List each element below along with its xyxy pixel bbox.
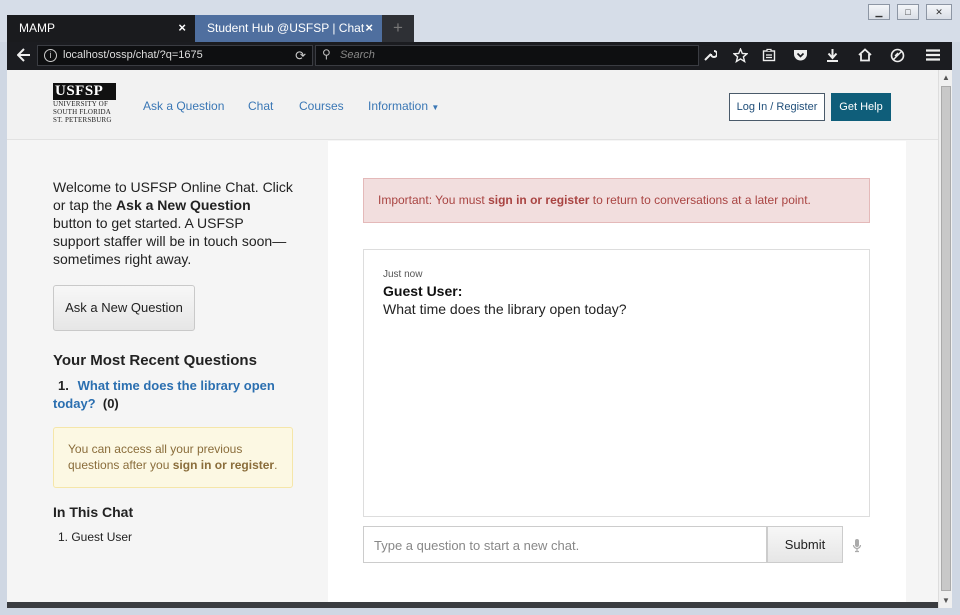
search-placeholder: Search bbox=[340, 49, 375, 61]
submit-button[interactable]: Submit bbox=[767, 526, 843, 563]
reading-list-icon[interactable] bbox=[762, 48, 776, 65]
chat-transcript[interactable]: Just now Guest User: What time does the … bbox=[363, 249, 870, 517]
alert-signin-link[interactable]: sign in or register bbox=[488, 193, 589, 207]
recent-question-item: 1. What time does the library open today… bbox=[53, 377, 293, 413]
url-bar[interactable]: i localhost/ossp/chat/?q=1675 ⟳ bbox=[37, 45, 313, 66]
scroll-up-icon[interactable]: ▲ bbox=[942, 73, 950, 82]
page-viewport: USFSP UNIVERSITY OF SOUTH FLORIDA ST. PE… bbox=[7, 70, 938, 602]
logo-mark: USFSP bbox=[53, 83, 116, 100]
new-tab-button[interactable]: + bbox=[382, 15, 414, 42]
chat-question-input[interactable]: Type a question to start a new chat. bbox=[363, 526, 767, 563]
url-text: localhost/ossp/chat/?q=1675 bbox=[63, 49, 203, 61]
browser-toolbar: i localhost/ossp/chat/?q=1675 ⟳ ⚲ Search bbox=[7, 42, 952, 70]
microphone-icon[interactable] bbox=[852, 538, 862, 558]
back-icon[interactable] bbox=[16, 48, 31, 65]
recent-questions-heading: Your Most Recent Questions bbox=[53, 352, 257, 369]
nav-information-label: Information bbox=[368, 99, 429, 113]
message-author: Guest User: bbox=[383, 283, 463, 299]
close-window-button[interactable]: ✕ bbox=[926, 4, 952, 20]
logo-line: ST. PETERSBURG bbox=[53, 116, 112, 124]
home-icon[interactable] bbox=[858, 48, 872, 65]
sidebar: Welcome to USFSP Online Chat. Click or t… bbox=[7, 141, 328, 602]
alert-text: Important: You must bbox=[378, 193, 489, 207]
intro-part: button to get started. A USFSP support s… bbox=[53, 215, 287, 267]
logo-line: SOUTH FLORIDA bbox=[53, 108, 112, 116]
caret-down-icon: ▼ bbox=[431, 103, 440, 112]
tab-label: MAMP bbox=[19, 21, 55, 35]
notice-signin-link[interactable]: sign in or register bbox=[173, 458, 274, 472]
tab-close-icon[interactable]: × bbox=[365, 20, 373, 35]
ask-new-question-button[interactable]: Ask a New Question bbox=[53, 285, 195, 331]
tab-close-icon[interactable]: × bbox=[178, 20, 186, 35]
nav-courses[interactable]: Courses bbox=[299, 99, 344, 113]
window-bottom-edge bbox=[7, 602, 938, 608]
important-alert: Important: You must sign in or register … bbox=[363, 178, 870, 223]
pocket-icon[interactable] bbox=[793, 48, 808, 65]
nav-ask-question[interactable]: Ask a Question bbox=[143, 99, 224, 113]
get-help-button[interactable]: Get Help bbox=[831, 93, 891, 121]
star-icon[interactable] bbox=[732, 47, 749, 66]
login-register-button[interactable]: Log In / Register bbox=[729, 93, 825, 121]
browser-search-input[interactable]: ⚲ Search bbox=[315, 45, 699, 66]
notice-end: . bbox=[274, 458, 278, 472]
alert-text: to return to conversations at a later po… bbox=[589, 193, 811, 207]
wrench-icon[interactable] bbox=[703, 48, 718, 65]
scrollbar-thumb[interactable] bbox=[941, 86, 951, 591]
reload-icon[interactable]: ⟳ bbox=[295, 48, 306, 64]
window-titlebar: MAMP × Student Hub @USFSP | Chat × + ▁ □… bbox=[0, 0, 960, 42]
signin-notice: You can access all your previous questio… bbox=[53, 427, 293, 488]
tab-student-hub-chat[interactable]: Student Hub @USFSP | Chat × bbox=[195, 15, 382, 42]
message-text: What time does the library open today? bbox=[383, 301, 627, 317]
search-icon: ⚲ bbox=[322, 47, 331, 61]
participant-item: 1. Guest User bbox=[58, 530, 133, 544]
minimize-button[interactable]: ▁ bbox=[868, 4, 890, 20]
reply-count: (0) bbox=[102, 396, 119, 411]
in-this-chat-heading: In This Chat bbox=[53, 504, 134, 520]
maximize-button[interactable]: □ bbox=[897, 4, 919, 20]
recent-question-link[interactable]: What time does the library open today? bbox=[53, 378, 275, 411]
addon-icon[interactable] bbox=[890, 48, 905, 66]
logo-line: UNIVERSITY OF bbox=[53, 100, 109, 108]
nav-chat[interactable]: Chat bbox=[248, 99, 273, 113]
download-icon[interactable] bbox=[826, 48, 839, 65]
scroll-down-icon[interactable]: ▼ bbox=[942, 596, 950, 605]
chat-panel: Important: You must sign in or register … bbox=[328, 141, 906, 602]
intro-text: Welcome to USFSP Online Chat. Click or t… bbox=[53, 178, 293, 268]
tab-label: Student Hub @USFSP | Chat bbox=[207, 21, 365, 35]
hamburger-menu-icon[interactable] bbox=[926, 48, 940, 64]
page-scrollbar[interactable]: ▲ ▼ bbox=[938, 70, 952, 608]
info-icon[interactable]: i bbox=[44, 49, 57, 62]
tab-mamp[interactable]: MAMP × bbox=[7, 15, 195, 42]
usfsp-logo[interactable]: USFSP UNIVERSITY OF SOUTH FLORIDA ST. PE… bbox=[53, 83, 117, 124]
nav-information[interactable]: Information ▼ bbox=[368, 99, 439, 113]
message-timestamp: Just now bbox=[383, 269, 423, 280]
item-number: 1. bbox=[58, 378, 69, 393]
page-margin bbox=[906, 141, 938, 602]
intro-bold: Ask a New Question bbox=[116, 197, 251, 213]
site-header: USFSP UNIVERSITY OF SOUTH FLORIDA ST. PE… bbox=[7, 70, 938, 140]
